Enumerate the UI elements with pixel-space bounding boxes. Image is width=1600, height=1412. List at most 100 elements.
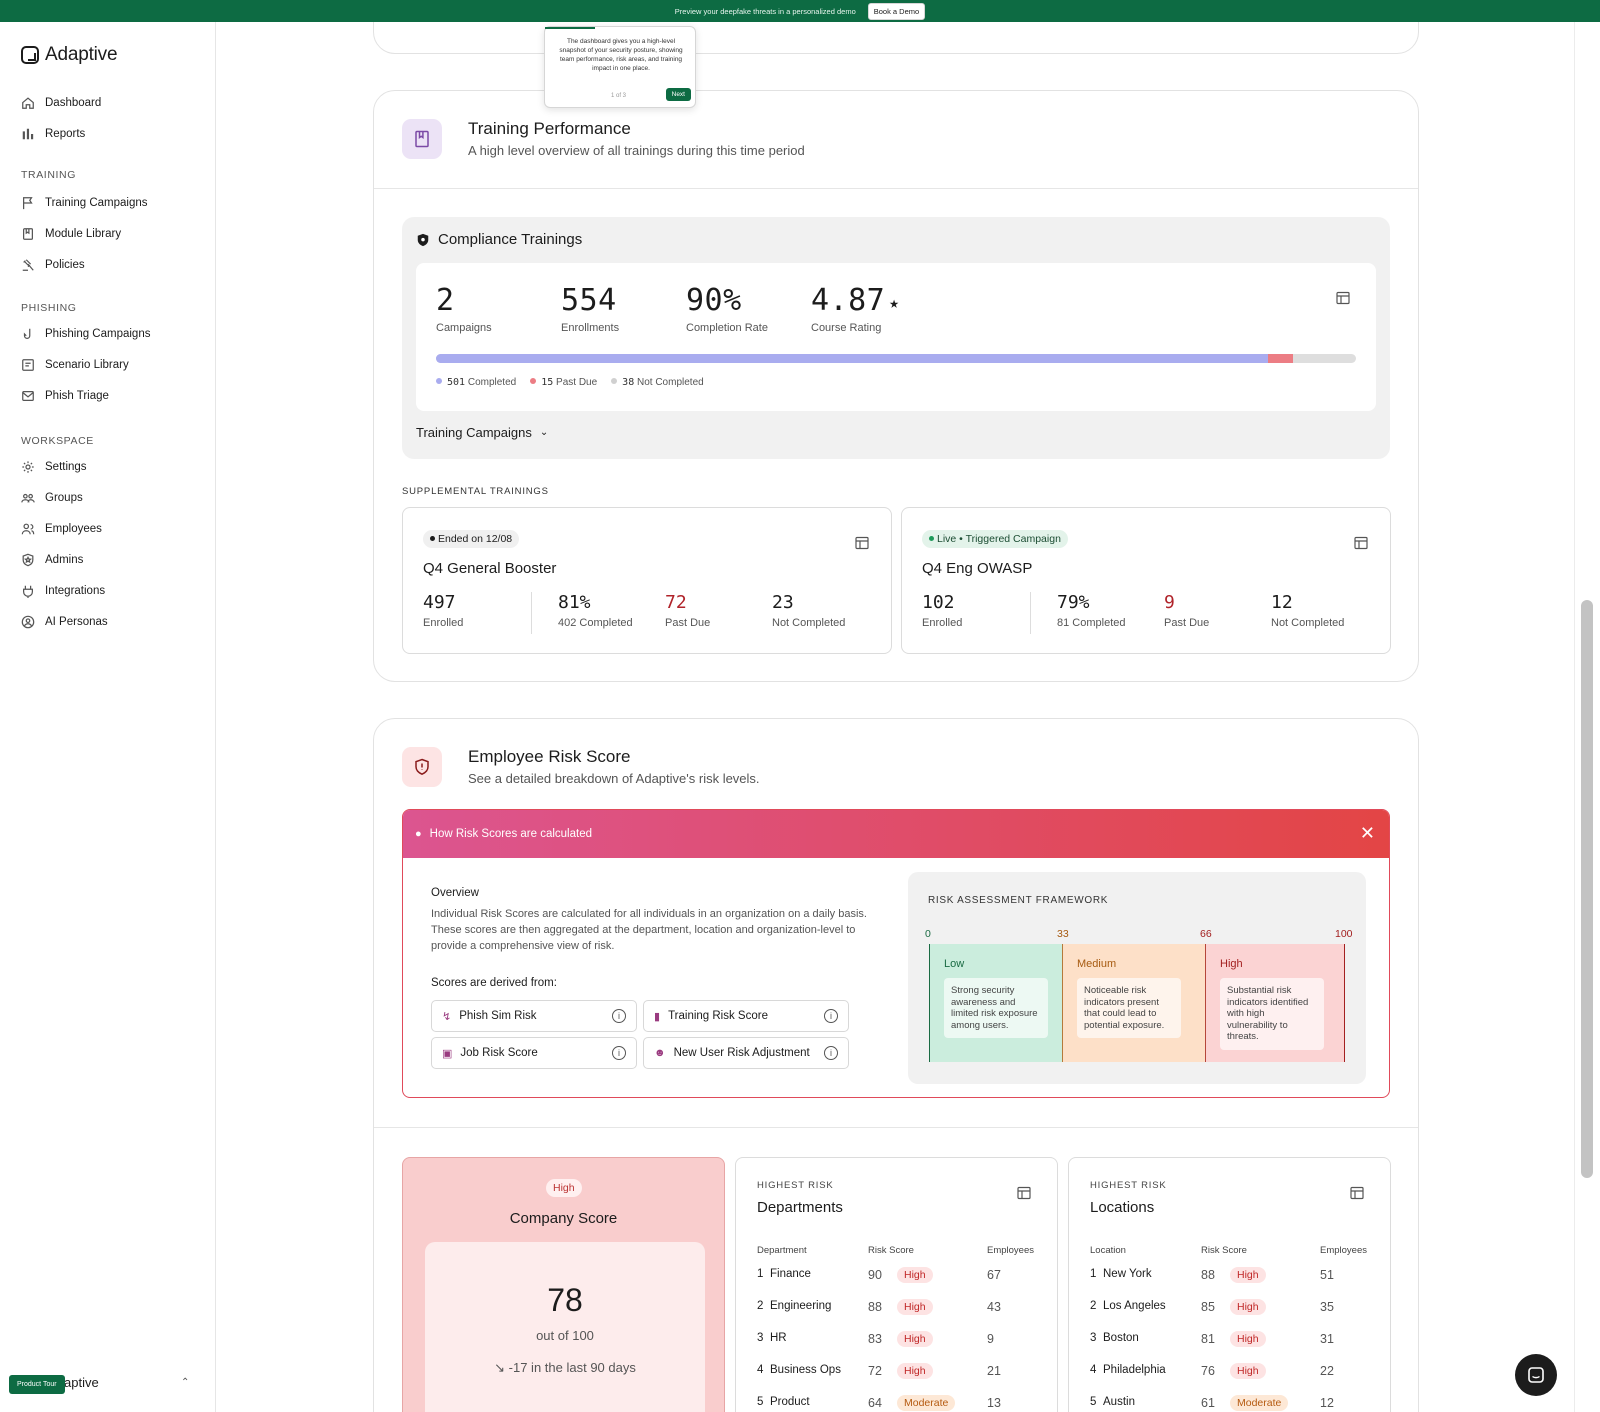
company-score-value: 78 (547, 1282, 583, 1318)
shield-alert-icon (402, 747, 442, 787)
factor-training-risk-score[interactable]: ▮ Training Risk Score i (643, 1000, 849, 1032)
factor-new-user-risk[interactable]: ☻ New User Risk Adjustment i (643, 1037, 849, 1069)
sidebar-item-label: Scenario Library (45, 359, 129, 371)
risk-level-badge: High (1230, 1267, 1266, 1283)
departments-risk-card: HIGHEST RISK Departments Department Risk… (735, 1157, 1058, 1412)
sidebar-item-groups[interactable]: Groups (21, 491, 83, 505)
sidebar-item-scenario-library[interactable]: Scenario Library (21, 358, 129, 372)
sidebar-item-label: Reports (45, 128, 86, 140)
scrollbar-thumb[interactable] (1581, 600, 1593, 1178)
stat-label: Course Rating (811, 322, 882, 334)
sidebar-item-admins[interactable]: Admins (21, 553, 83, 567)
risk-score: 88 (868, 1300, 882, 1314)
row-name: New York (1103, 1268, 1152, 1280)
table-row[interactable]: 4 Business Ops 72 High 21 (757, 1363, 1047, 1384)
tooltip-next-button[interactable]: Next (665, 88, 691, 101)
factor-label: Phish Sim Risk (459, 1010, 537, 1022)
factor-job-risk-score[interactable]: ▣ Job Risk Score i (431, 1037, 637, 1069)
plug-icon (21, 584, 35, 598)
supplemental-card[interactable]: Live • Triggered Campaign Q4 Eng OWASP 1… (901, 507, 1391, 654)
info-icon[interactable]: i (612, 1046, 626, 1060)
card-title: Departments (757, 1199, 843, 1216)
sidebar-item-reports[interactable]: Reports (21, 127, 85, 141)
stat-completion-rate: 90% Completion Rate (686, 283, 768, 334)
info-icon[interactable]: i (612, 1009, 626, 1023)
company-score-card: High Company Score 78 out of 100 ↘ -17 i… (402, 1157, 725, 1412)
sidebar-item-training-campaigns[interactable]: Training Campaigns (21, 196, 147, 210)
factor-label: Training Risk Score (668, 1010, 768, 1022)
stat-label: Campaigns (436, 322, 492, 334)
risk-level-badge: High (897, 1331, 933, 1347)
product-tour-button[interactable]: Product Tour (9, 1375, 65, 1394)
chat-launcher-button[interactable] (1515, 1354, 1557, 1396)
supplemental-title: Q4 Eng OWASP (922, 560, 1033, 577)
stat-completion: 79% 81 Completed (1057, 592, 1126, 629)
factor-phish-sim-risk[interactable]: ↯ Phish Sim Risk i (431, 1000, 637, 1032)
table-row[interactable]: 4 Philadelphia 76 High 22 (1090, 1363, 1380, 1384)
table-row[interactable]: 5 Product 64 Moderate 13 (757, 1395, 1047, 1412)
chevron-up-icon[interactable]: ⌃ (181, 1377, 189, 1388)
info-icon[interactable]: i (824, 1046, 838, 1060)
training-campaigns-toggle[interactable]: Training Campaigns ⌄ (416, 425, 548, 440)
info-icon[interactable]: i (824, 1009, 838, 1023)
stat-completion: 81% 402 Completed (558, 592, 633, 629)
risk-level-badge: Moderate (897, 1395, 956, 1411)
legend-past-due: 15 Past Due (530, 377, 597, 388)
risk-score: 90 (868, 1268, 882, 1282)
brand[interactable]: Adaptive (21, 44, 118, 66)
sidebar-item-module-library[interactable]: Module Library (21, 227, 121, 241)
divider (531, 592, 532, 634)
shield-icon (417, 233, 429, 246)
trend-down-icon: ↘ (494, 1360, 506, 1375)
sidebar-section-workspace: WORKSPACE (21, 435, 94, 447)
completion-progress-bar (436, 354, 1356, 363)
sidebar-item-label: Training Campaigns (45, 197, 148, 209)
table-view-icon[interactable] (855, 536, 869, 550)
rank: 4 (1090, 1364, 1097, 1376)
sidebar-item-dashboard[interactable]: Dashboard (21, 96, 101, 110)
table-row[interactable]: 3 HR 83 High 9 (757, 1331, 1047, 1352)
table-view-icon[interactable] (1017, 1186, 1031, 1200)
risk-score: 64 (868, 1396, 882, 1410)
risk-level-badge: High (897, 1299, 933, 1315)
stat-past-due: 9 Past Due (1164, 592, 1210, 629)
hook-icon (21, 327, 35, 341)
sidebar-item-policies[interactable]: Policies (21, 258, 85, 272)
chat-icon (1528, 1367, 1544, 1383)
workspace-switcher-label[interactable]: aptive (64, 1375, 99, 1390)
book-icon (402, 119, 442, 159)
toggle-label: Training Campaigns (416, 425, 532, 440)
tick-0: 0 (925, 928, 931, 940)
table-row[interactable]: 2 Engineering 88 High 43 (757, 1299, 1047, 1320)
sidebar-item-ai-personas[interactable]: AI Personas (21, 615, 108, 629)
sidebar-item-label: AI Personas (45, 616, 108, 628)
table-row[interactable]: 1 New York 88 High 51 (1090, 1267, 1380, 1288)
table-row[interactable]: 2 Los Angeles 85 High 35 (1090, 1299, 1380, 1320)
users-icon (21, 491, 35, 505)
sidebar-item-label: Settings (45, 461, 87, 473)
company-score-scale: out of 100 (536, 1328, 594, 1343)
close-icon[interactable]: ✕ (1360, 823, 1375, 844)
sidebar-item-phishing-campaigns[interactable]: Phishing Campaigns (21, 327, 150, 341)
sidebar-item-employees[interactable]: Employees (21, 522, 102, 536)
section-title: Employee Risk Score (468, 747, 631, 766)
table-row[interactable]: 5 Austin 61 Moderate 12 (1090, 1395, 1380, 1412)
sidebar-item-phish-triage[interactable]: Phish Triage (21, 389, 109, 403)
sidebar-item-label: Admins (45, 554, 84, 566)
company-score-title: Company Score (509, 1210, 618, 1227)
stat-campaigns: 2 Campaigns (436, 283, 492, 334)
sidebar-item-settings[interactable]: Settings (21, 460, 87, 474)
book-demo-button[interactable]: Book a Demo (867, 2, 926, 20)
sidebar-item-label: Phish Triage (45, 390, 109, 402)
stat-not-completed: 12 Not Completed (1271, 592, 1345, 629)
risk-score: 85 (1201, 1300, 1215, 1314)
table-row[interactable]: 3 Boston 81 High 31 (1090, 1331, 1380, 1352)
employee-count: 9 (987, 1332, 994, 1346)
table-view-icon[interactable] (1350, 1186, 1364, 1200)
table-row[interactable]: 1 Finance 90 High 67 (757, 1267, 1047, 1288)
column-header: Department (757, 1245, 807, 1256)
supplemental-card[interactable]: Ended on 12/08 Q4 General Booster 497 Enr… (402, 507, 892, 654)
table-view-icon[interactable] (1336, 291, 1350, 305)
sidebar-item-integrations[interactable]: Integrations (21, 584, 105, 598)
table-view-icon[interactable] (1354, 536, 1368, 550)
